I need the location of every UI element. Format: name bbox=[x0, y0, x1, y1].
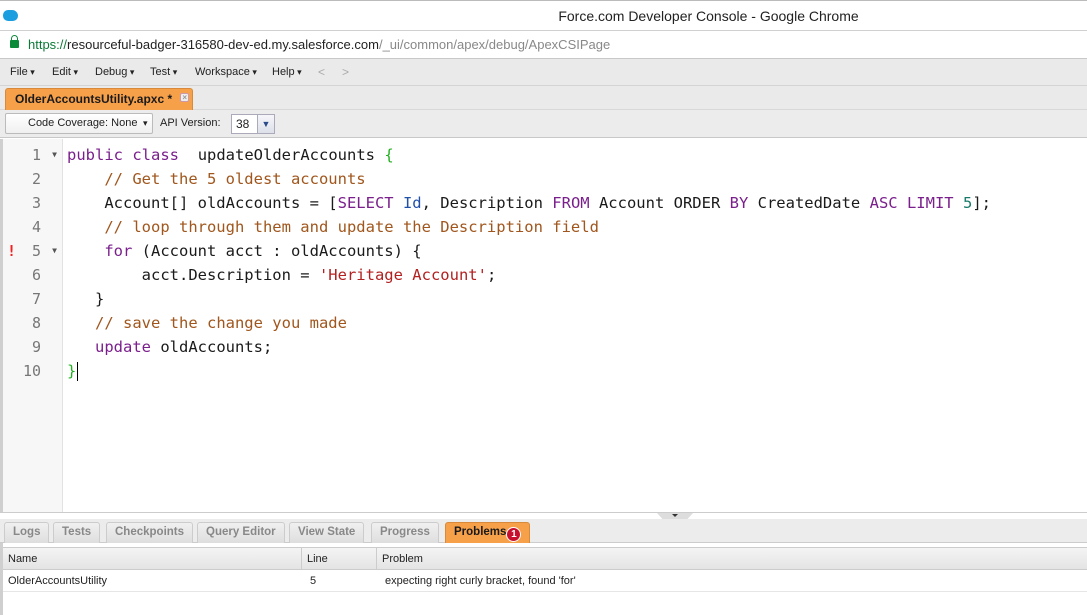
gutter-line: 9 bbox=[31, 338, 41, 356]
gutter-line: 10 bbox=[22, 362, 41, 380]
code-line: // Get the 5 oldest accounts bbox=[104, 170, 366, 188]
code-line: Account[] oldAccounts = [SELECT Id, Desc… bbox=[104, 194, 991, 212]
gutter-line: 3 bbox=[31, 194, 41, 212]
code-line: public class updateOlderAccounts { bbox=[67, 146, 394, 164]
tab-view-state[interactable]: View State bbox=[289, 522, 365, 543]
tab-problems-label: Problems bbox=[454, 526, 507, 538]
chevron-down-icon[interactable]: ▼ bbox=[257, 115, 274, 133]
problem-count-badge: 1 bbox=[506, 527, 522, 542]
column-header-problem[interactable]: Problem bbox=[377, 548, 1087, 570]
menu-debug[interactable]: Debug bbox=[95, 66, 134, 78]
tab-problems[interactable]: Problems 1 bbox=[445, 522, 531, 543]
gutter-line: 7 bbox=[31, 290, 41, 308]
fold-arrow-icon[interactable]: ▼ bbox=[52, 239, 57, 263]
menu-help[interactable]: Help bbox=[272, 66, 302, 78]
menu-edit[interactable]: Edit bbox=[52, 66, 78, 78]
table-header: Name Line Problem bbox=[3, 547, 1087, 570]
gutter-line: 2 bbox=[31, 170, 41, 188]
code-line: acct.Description = 'Heritage Account'; bbox=[141, 266, 497, 284]
menu-workspace[interactable]: Workspace bbox=[195, 66, 257, 78]
gutter-line: 1 ▼ bbox=[3, 143, 63, 167]
text-cursor bbox=[77, 362, 79, 381]
gutter-line: 4 bbox=[31, 218, 41, 236]
url-text[interactable]: https://resourceful-badger-316580-dev-ed… bbox=[28, 37, 610, 52]
code-line: } bbox=[95, 290, 105, 308]
table-row[interactable]: OlderAccountsUtility 5 expecting right c… bbox=[3, 570, 1087, 592]
tab-older-accounts-utility[interactable]: OlderAccountsUtility.apxc * × bbox=[5, 88, 194, 110]
api-version-select[interactable]: 38 ▼ bbox=[231, 114, 275, 134]
code-line: for (Account acct : oldAccounts) { bbox=[104, 242, 422, 260]
menu-bar: File Edit Debug Test Workspace Help < > bbox=[0, 59, 1087, 86]
api-version-value: 38 bbox=[236, 117, 250, 131]
fold-arrow-icon[interactable]: ▼ bbox=[52, 143, 57, 167]
close-tab-icon[interactable]: × bbox=[180, 93, 190, 102]
tab-logs[interactable]: Logs bbox=[4, 522, 50, 543]
column-header-name[interactable]: Name bbox=[3, 548, 302, 570]
cell-name: OlderAccountsUtility bbox=[8, 575, 108, 587]
problems-table: Name Line Problem OlderAccountsUtility 5… bbox=[0, 543, 1087, 615]
column-header-line[interactable]: Line bbox=[302, 548, 377, 570]
tab-progress[interactable]: Progress bbox=[371, 522, 439, 543]
code-line: update oldAccounts; bbox=[95, 338, 273, 356]
error-marker-icon: ! bbox=[7, 242, 17, 260]
cell-problem: expecting right curly bracket, found 'fo… bbox=[385, 575, 576, 587]
gutter-line: ! 5 ▼ bbox=[3, 239, 63, 263]
code-editor[interactable]: 1 ▼ 2 3 4 ! 5 ▼ 6 7 8 9 10 public class upd… bbox=[0, 139, 1087, 512]
tab-tests[interactable]: Tests bbox=[53, 522, 101, 543]
code-content[interactable]: public class updateOlderAccounts { // Ge… bbox=[67, 143, 991, 383]
forward-icon[interactable]: > bbox=[342, 65, 349, 79]
code-line: // loop through them and update the Desc… bbox=[104, 218, 599, 236]
line-number-gutter: 1 ▼ 2 3 4 ! 5 ▼ 6 7 8 9 10 bbox=[3, 139, 63, 512]
menu-test[interactable]: Test bbox=[150, 66, 177, 78]
lock-icon bbox=[10, 35, 19, 48]
code-line: } bbox=[67, 362, 79, 381]
api-version-label: API Version: bbox=[160, 117, 221, 129]
back-icon[interactable]: < bbox=[318, 65, 325, 79]
gutter-line: 6 bbox=[31, 266, 41, 284]
code-coverage-dropdown[interactable]: Code Coverage: None bbox=[5, 113, 153, 134]
address-bar[interactable]: https://resourceful-badger-316580-dev-ed… bbox=[0, 31, 1087, 59]
panel-splitter[interactable] bbox=[0, 512, 1087, 519]
file-tab-bar: OlderAccountsUtility.apxc * × bbox=[0, 86, 1087, 110]
tab-checkpoints[interactable]: Checkpoints bbox=[106, 522, 194, 543]
tab-label: OlderAccountsUtility.apxc * bbox=[15, 92, 173, 106]
editor-toolbar: Code Coverage: None API Version: 38 ▼ bbox=[0, 110, 1087, 138]
tab-query-editor[interactable]: Query Editor bbox=[197, 522, 285, 543]
bottom-panel-tabs: Logs Tests Checkpoints Query Editor View… bbox=[0, 519, 1087, 543]
cell-line: 5 bbox=[310, 575, 317, 587]
browser-title-bar: Force.com Developer Console - Google Chr… bbox=[0, 0, 1087, 31]
gutter-line: 8 bbox=[31, 314, 41, 332]
code-line: // save the change you made bbox=[95, 314, 347, 332]
menu-file[interactable]: File bbox=[10, 66, 35, 78]
window-title: Force.com Developer Console - Google Chr… bbox=[558, 8, 859, 24]
